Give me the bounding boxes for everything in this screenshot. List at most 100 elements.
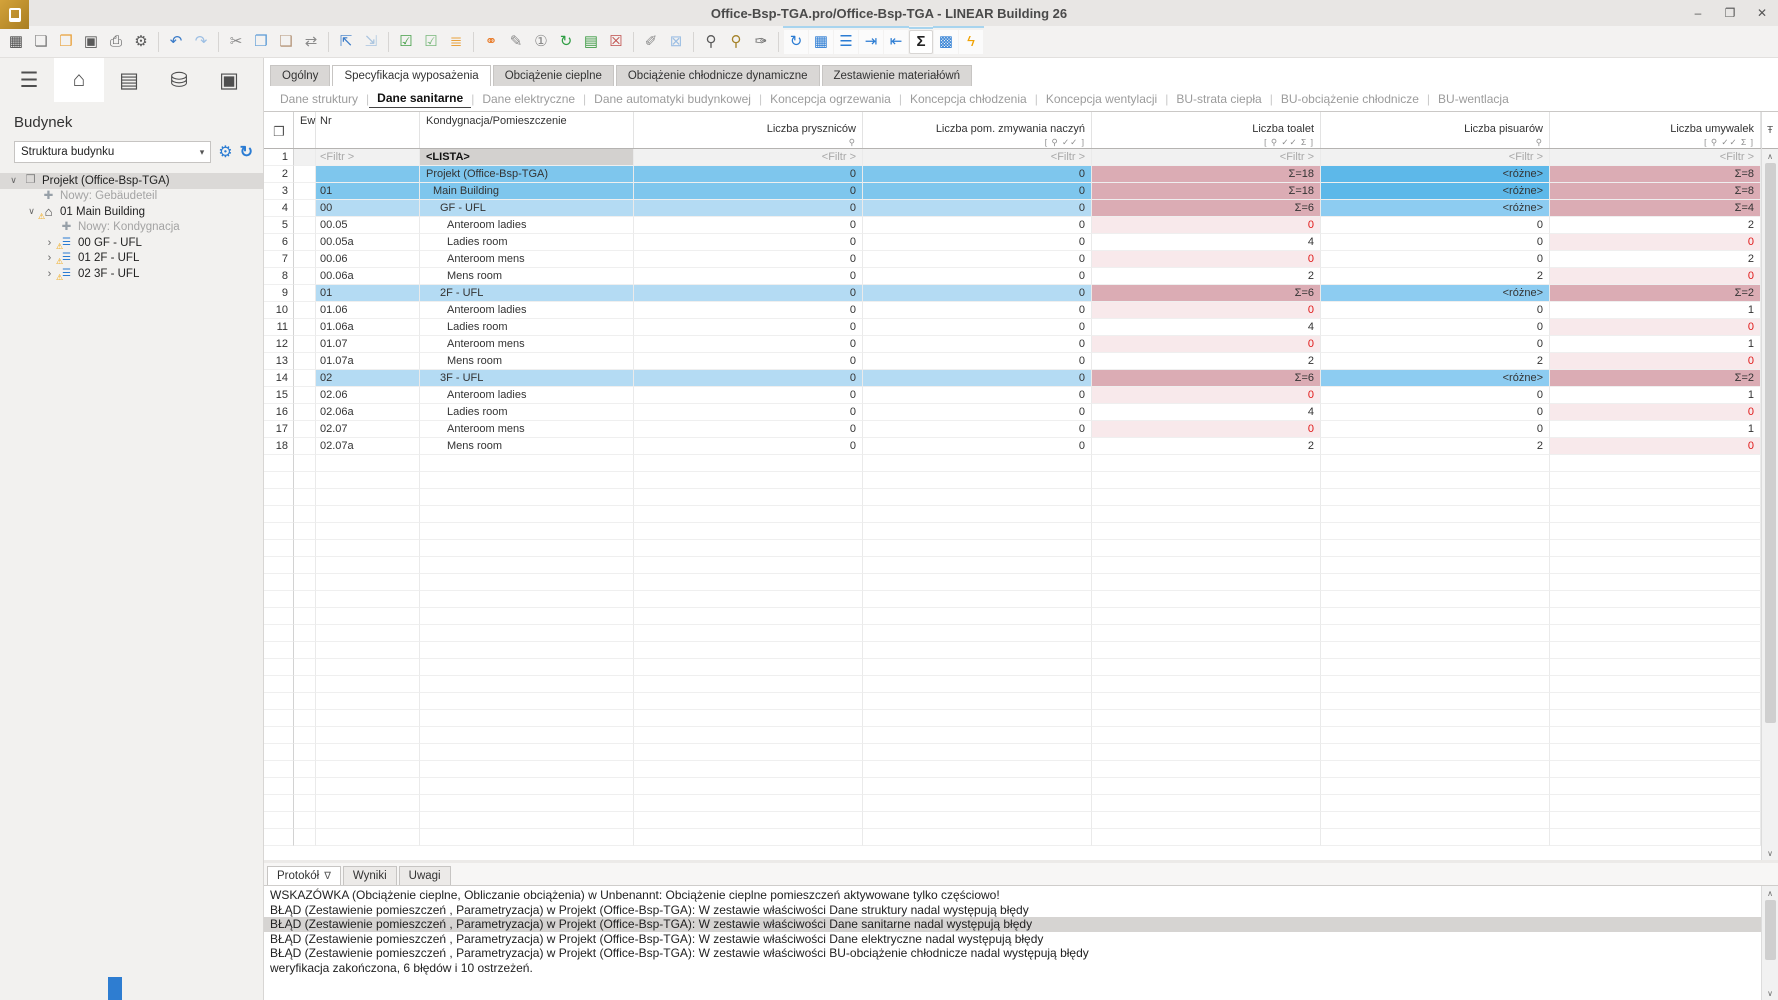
tab-zestawienie-materiałówń[interactable]: Zestawienie materiałówń bbox=[822, 65, 973, 86]
cell-room[interactable]: Anteroom mens bbox=[420, 251, 634, 268]
cell-ew[interactable] bbox=[294, 387, 316, 404]
cell-empty[interactable] bbox=[863, 625, 1092, 642]
cell-empty[interactable] bbox=[634, 676, 863, 693]
cell-ew[interactable] bbox=[294, 727, 316, 744]
cell-room[interactable]: GF - UFL bbox=[420, 200, 634, 217]
cell-empty[interactable] bbox=[863, 642, 1092, 659]
table-marker-icon[interactable]: ▩ bbox=[934, 30, 958, 54]
cell-showers[interactable]: 0 bbox=[634, 183, 863, 200]
scroll-up-icon[interactable]: ∧ bbox=[1767, 886, 1773, 900]
cell-empty[interactable] bbox=[1321, 778, 1550, 795]
row-number[interactable]: 7 bbox=[264, 251, 294, 268]
scroll-up-icon[interactable]: ∧ bbox=[1767, 149, 1773, 163]
cell-empty[interactable] bbox=[1321, 829, 1550, 846]
tree-item-01-main-building[interactable]: ∨⌂⚠01 Main Building bbox=[0, 204, 263, 220]
cell-ew[interactable] bbox=[294, 370, 316, 387]
cell-empty[interactable] bbox=[1092, 455, 1321, 472]
cell-empty[interactable] bbox=[1092, 812, 1321, 829]
cell-empty[interactable] bbox=[863, 744, 1092, 761]
cell-empty[interactable] bbox=[863, 540, 1092, 557]
eyedropper-icon[interactable]: ✑ bbox=[749, 30, 773, 54]
cut-icon[interactable]: ✂ bbox=[224, 30, 248, 54]
cell-empty[interactable] bbox=[1321, 506, 1550, 523]
cell-room[interactable] bbox=[420, 540, 634, 557]
cell-room[interactable] bbox=[420, 812, 634, 829]
cell-room[interactable] bbox=[420, 829, 634, 846]
log-message[interactable]: weryfikacja zakończona, 6 błędów i 10 os… bbox=[264, 961, 1761, 976]
row-number[interactable] bbox=[264, 710, 294, 727]
column-header-ew[interactable]: Ew bbox=[294, 112, 316, 148]
subtab-bu-obciążenie-chłodnicze[interactable]: BU-obciążenie chłodnicze bbox=[1273, 90, 1427, 108]
cell-empty[interactable] bbox=[1321, 472, 1550, 489]
log-tab-protokół[interactable]: Protokół∇ bbox=[267, 866, 341, 885]
cell-empty[interactable] bbox=[1321, 591, 1550, 608]
calculate-document-icon[interactable]: ≣ bbox=[444, 30, 468, 54]
copy-rows-icon[interactable]: ❐ bbox=[264, 112, 294, 148]
cell-showers[interactable]: 0 bbox=[634, 251, 863, 268]
cell-empty[interactable] bbox=[1550, 829, 1761, 846]
cell-empty[interactable] bbox=[863, 472, 1092, 489]
log-message[interactable]: BŁĄD (Zestawienie pomieszczeń , Parametr… bbox=[264, 946, 1761, 961]
cell-urinals[interactable]: 0 bbox=[1321, 302, 1550, 319]
tree-item-nowy-geb-udeteil[interactable]: ✚Nowy: Gebäudeteil bbox=[0, 189, 263, 205]
cell-room[interactable]: Ladies room bbox=[420, 234, 634, 251]
cell-ew[interactable] bbox=[294, 642, 316, 659]
paste-icon[interactable]: ❑ bbox=[274, 30, 298, 54]
expand-icon[interactable]: › bbox=[44, 268, 55, 280]
expand-icon[interactable]: › bbox=[44, 252, 55, 264]
cell-empty[interactable] bbox=[863, 778, 1092, 795]
cell-urinals[interactable]: 0 bbox=[1321, 404, 1550, 421]
cell-nr[interactable] bbox=[316, 795, 420, 812]
deactivate-icon[interactable]: ⊠ bbox=[664, 30, 688, 54]
cell-ew[interactable] bbox=[294, 234, 316, 251]
row-number[interactable]: 10 bbox=[264, 302, 294, 319]
cell-empty[interactable] bbox=[634, 489, 863, 506]
row-number[interactable] bbox=[264, 455, 294, 472]
cell-ew[interactable] bbox=[294, 625, 316, 642]
row-number[interactable] bbox=[264, 744, 294, 761]
cell-ew[interactable] bbox=[294, 404, 316, 421]
cell-empty[interactable] bbox=[634, 829, 863, 846]
cell-room[interactable]: 2F - UFL bbox=[420, 285, 634, 302]
cell-empty[interactable] bbox=[1092, 523, 1321, 540]
cell-ew[interactable] bbox=[294, 812, 316, 829]
cell-nr[interactable] bbox=[316, 710, 420, 727]
view-tab-database[interactable]: ⛁ bbox=[154, 58, 204, 102]
cell-empty[interactable] bbox=[1550, 812, 1761, 829]
log-message[interactable]: BŁĄD (Zestawienie pomieszczeń , Parametr… bbox=[264, 932, 1761, 947]
copy-icon[interactable]: ❐ bbox=[249, 30, 273, 54]
cell-empty[interactable] bbox=[1321, 744, 1550, 761]
cell-ew[interactable] bbox=[294, 353, 316, 370]
cell-empty[interactable] bbox=[1092, 829, 1321, 846]
cell-nr[interactable] bbox=[316, 540, 420, 557]
row-number[interactable]: 9 bbox=[264, 285, 294, 302]
window-next-icon[interactable]: ⇲ bbox=[359, 30, 383, 54]
cell-empty[interactable] bbox=[634, 744, 863, 761]
cell-empty[interactable] bbox=[634, 625, 863, 642]
cell-washbasins[interactable]: 1 bbox=[1550, 421, 1761, 438]
search-icon[interactable]: ⚲ bbox=[699, 30, 723, 54]
cell-washbasins[interactable]: <Filtr > bbox=[1550, 149, 1761, 166]
row-number[interactable] bbox=[264, 540, 294, 557]
cell-washbasins[interactable]: 0 bbox=[1550, 404, 1761, 421]
cell-urinals[interactable]: 0 bbox=[1321, 336, 1550, 353]
column-header-showers[interactable]: Liczba pryszniców⚲ bbox=[634, 112, 863, 148]
table-vertical-scrollbar[interactable]: Ŧ ∧ ∨ bbox=[1761, 112, 1778, 860]
cell-empty[interactable] bbox=[1092, 778, 1321, 795]
row-number[interactable] bbox=[264, 506, 294, 523]
log-tab-wyniki[interactable]: Wyniki bbox=[343, 866, 397, 885]
cell-showers[interactable]: 0 bbox=[634, 387, 863, 404]
log-message[interactable]: BŁĄD (Zestawienie pomieszczeń , Parametr… bbox=[264, 917, 1761, 932]
cell-nr[interactable] bbox=[316, 625, 420, 642]
view-tab-properties[interactable]: ▣ bbox=[204, 58, 254, 102]
cell-empty[interactable] bbox=[634, 812, 863, 829]
cell-empty[interactable] bbox=[863, 829, 1092, 846]
row-number[interactable] bbox=[264, 812, 294, 829]
cell-ew[interactable] bbox=[294, 608, 316, 625]
window-previous-icon[interactable]: ⇱ bbox=[334, 30, 358, 54]
cell-nr[interactable]: 00 bbox=[316, 200, 420, 217]
row-number[interactable] bbox=[264, 591, 294, 608]
cell-urinals[interactable]: <różne> bbox=[1321, 285, 1550, 302]
minimize-button[interactable]: – bbox=[1682, 0, 1714, 26]
cell-washbasins[interactable]: 0 bbox=[1550, 268, 1761, 285]
